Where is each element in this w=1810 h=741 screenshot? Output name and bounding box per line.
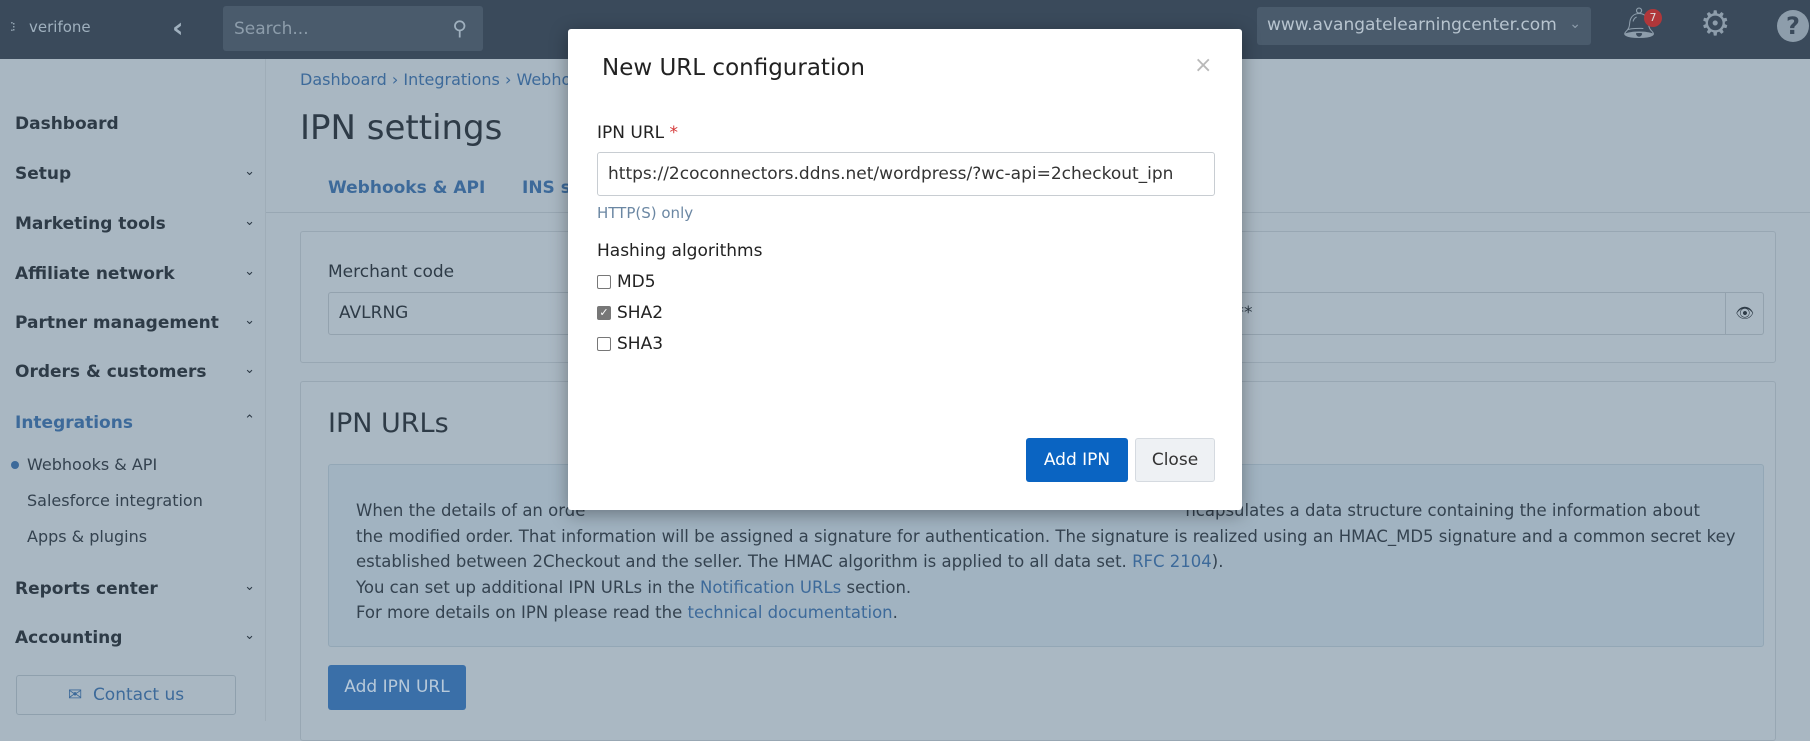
sidebar-item-affiliate-network[interactable]: Affiliate network ⌄ [15, 264, 255, 284]
info-text: When the details of an orde [356, 501, 586, 520]
ipn-urls-title: IPN URLs [328, 408, 449, 439]
technical-documentation-link[interactable]: technical documentation [687, 603, 892, 622]
gear-icon[interactable]: ⚙ [1700, 4, 1730, 44]
eye-icon[interactable]: 👁︎ [1725, 292, 1764, 335]
verifone-logo[interactable]: ⁚⁝ verifone [10, 18, 91, 36]
domain-select[interactable]: www.avangatelearningcenter.com ⌄ [1257, 7, 1591, 45]
envelope-icon: ✉ [67, 685, 83, 705]
sidebar-item-label: Integrations [15, 413, 133, 433]
md5-checkbox[interactable]: MD5 [597, 272, 656, 292]
sidebar [0, 59, 266, 721]
sidebar-item-label: Setup [15, 164, 72, 184]
add-ipn-url-button[interactable]: Add IPN URL [328, 665, 466, 710]
sidebar-item-label: Affiliate network [15, 264, 175, 284]
collapse-sidebar-chevron-icon[interactable]: ‹ [172, 11, 184, 44]
info-text: . [892, 603, 898, 622]
sidebar-item-accounting[interactable]: Accounting ⌄ [15, 628, 255, 648]
sidebar-item-label: Orders & customers [15, 362, 207, 382]
ipn-url-input[interactable]: https://2coconnectors.ddns.net/wordpress… [597, 152, 1215, 196]
sidebar-item-dashboard[interactable]: Dashboard [15, 114, 255, 134]
page-title: IPN settings [300, 108, 503, 148]
new-url-modal: New URL configuration × IPN URL * https:… [568, 29, 1242, 510]
sidebar-item-orders-customers[interactable]: Orders & customers ⌄ [15, 362, 255, 382]
breadcrumb[interactable]: Dashboard › Integrations › Webho [300, 70, 571, 89]
sidebar-subitem-label: Webhooks & API [27, 455, 158, 474]
hashing-label: Hashing algorithms [597, 241, 763, 261]
active-dot-icon [11, 461, 19, 469]
logo-text: verifone [29, 18, 91, 36]
close-icon[interactable]: × [1194, 53, 1212, 78]
modal-title: New URL configuration [602, 55, 865, 81]
contact-label: Contact us [92, 685, 185, 705]
info-text: established between 2Checkout and the se… [356, 552, 1133, 571]
checkbox-unchecked-icon[interactable] [597, 337, 611, 351]
sidebar-item-marketing-tools[interactable]: Marketing tools ⌄ [15, 214, 255, 234]
chevron-down-icon: ⌄ [244, 164, 255, 179]
sidebar-item-label: Marketing tools [15, 214, 166, 234]
checkbox-label: SHA2 [617, 303, 664, 323]
search-placeholder: Search... [234, 19, 309, 39]
domain-value: www.avangatelearningcenter.com [1267, 15, 1557, 35]
sidebar-subitem-salesforce[interactable]: Salesforce integration [27, 491, 203, 510]
help-icon[interactable]: ? [1777, 10, 1809, 42]
chevron-down-icon: ⌄ [244, 628, 255, 643]
checkbox-unchecked-icon[interactable] [597, 275, 611, 289]
chevron-down-icon: ⌄ [1569, 16, 1581, 32]
chevron-down-icon: ⌄ [244, 362, 255, 377]
chevron-down-icon: ⌄ [244, 214, 255, 229]
ipn-url-help: HTTP(S) only [597, 204, 694, 222]
sidebar-item-setup[interactable]: Setup ⌄ [15, 164, 255, 184]
ipn-url-label: IPN URL * [597, 123, 678, 143]
info-text: section. [841, 577, 912, 597]
chevron-down-icon: ⌄ [244, 579, 255, 594]
sidebar-item-partner-management[interactable]: Partner management ⌄ [15, 313, 255, 333]
checkbox-label: SHA3 [617, 334, 664, 354]
logo-dots-icon: ⁚⁝ [10, 20, 16, 34]
chevron-down-icon: ⌄ [244, 264, 255, 279]
sidebar-subitem-webhooks-api[interactable]: Webhooks & API [11, 455, 158, 474]
sidebar-item-label: Dashboard [15, 114, 119, 134]
contact-us-button[interactable]: ✉ Contact us [16, 675, 236, 715]
sha3-checkbox[interactable]: SHA3 [597, 334, 663, 354]
notification-urls-link[interactable]: Notification URLs [700, 578, 841, 597]
notification-badge: 7 [1644, 9, 1662, 27]
chevron-up-icon: ⌃ [244, 413, 255, 428]
sidebar-subitem-label: Apps & plugins [27, 527, 148, 546]
info-text: ncapsulates a data structure containing … [1185, 501, 1700, 520]
info-text: You can set up additional IPN URLs in th… [356, 577, 700, 597]
checkbox-checked-icon[interactable]: ✓ [597, 306, 611, 320]
info-text: the modified order. That information wil… [356, 526, 1736, 546]
sidebar-subitem-label: Salesforce integration [27, 491, 203, 510]
sidebar-item-integrations[interactable]: Integrations ⌃ [15, 413, 255, 433]
close-button[interactable]: Close [1135, 438, 1215, 482]
rfc-2104-link[interactable]: RFC 2104 [1132, 552, 1212, 571]
info-text: ). [1211, 552, 1224, 571]
info-text: For more details on IPN please read the [356, 603, 688, 622]
checkbox-label: MD5 [617, 272, 656, 292]
sidebar-item-label: Partner management [15, 313, 219, 333]
sidebar-item-label: Reports center [15, 579, 158, 599]
merchant-code-label: Merchant code [328, 262, 455, 282]
tab-webhooks-api[interactable]: Webhooks & API [328, 178, 485, 198]
add-ipn-button[interactable]: Add IPN [1026, 438, 1128, 482]
sidebar-subitem-apps-plugins[interactable]: Apps & plugins [27, 527, 147, 546]
ipn-url-label-text: IPN URL [597, 123, 665, 143]
chevron-down-icon: ⌄ [244, 313, 255, 328]
sidebar-item-label: Accounting [15, 628, 123, 648]
search-input[interactable]: Search... ⚲ [223, 6, 483, 51]
sha2-checkbox[interactable]: ✓ SHA2 [597, 303, 663, 323]
required-marker: * [669, 123, 679, 143]
search-icon[interactable]: ⚲ [452, 16, 467, 40]
secret-key-input[interactable]: ***** [1200, 292, 1764, 335]
sidebar-item-reports-center[interactable]: Reports center ⌄ [15, 579, 255, 599]
